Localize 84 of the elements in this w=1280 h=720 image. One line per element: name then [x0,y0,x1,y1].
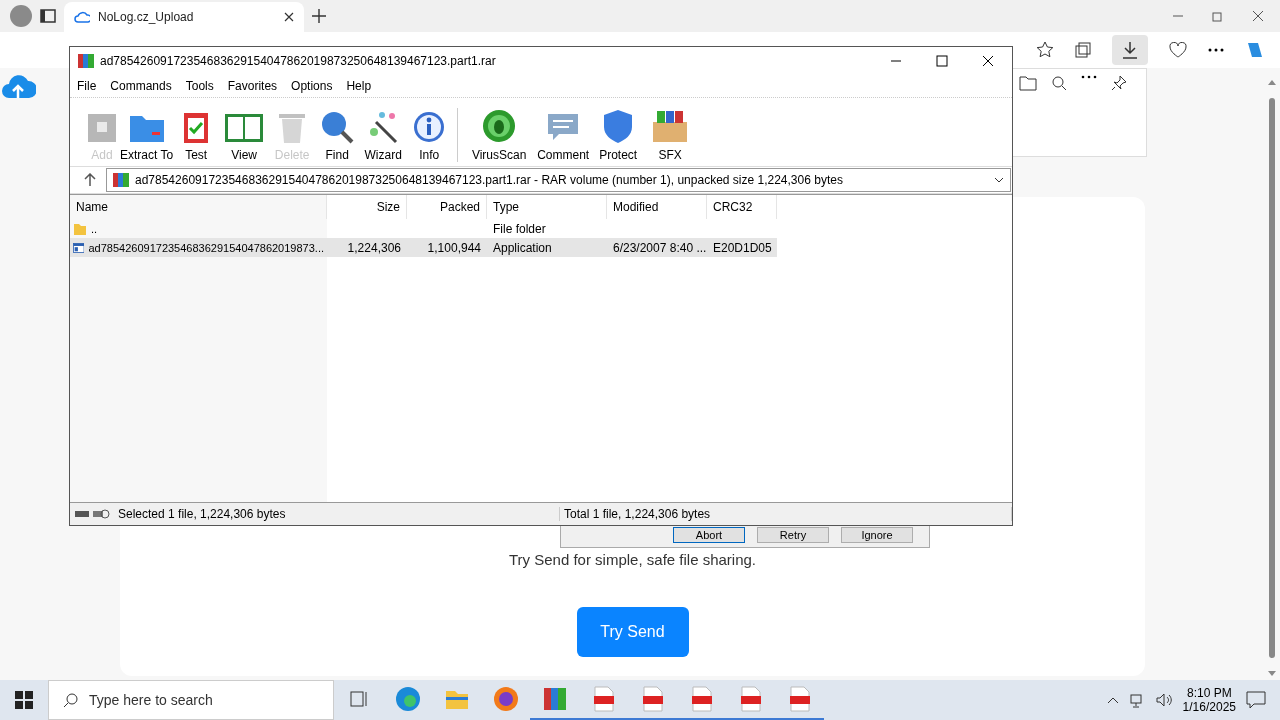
dialog-button[interactable]: Ignore [841,527,913,543]
dialog-button[interactable]: Retry [757,527,829,543]
more-icon [1081,75,1097,79]
application-icon [73,241,85,254]
document-icon [641,686,664,712]
plus-icon [312,9,326,23]
toolbar-button[interactable]: Info [407,110,452,162]
profile-avatar[interactable] [10,5,32,27]
table-cell: E20D1D05 [707,238,777,257]
tagline: Try Send for simple, safe file sharing. [508,551,756,568]
document-icon [690,686,713,712]
network-icon [1128,692,1145,708]
menu-item[interactable]: File [77,79,97,93]
folder-icon [1019,75,1037,91]
clock[interactable]: 8:10 PM 1/16/2025 [1182,686,1236,714]
drive-icon [74,509,110,519]
arrow-up-icon [84,173,96,187]
taskbar-search-field[interactable]: Type here to search [48,680,334,720]
toolbar-button[interactable]: Comment [534,110,593,162]
more-icon [1208,48,1224,52]
table-cell[interactable]: ad78542609172354683629154047862019873... [70,238,327,257]
table-cell: 6/23/2007 8:40 ... [607,238,707,257]
notification-icon [1246,691,1266,709]
chevron-down-icon [994,177,1004,183]
table-cell-text: File folder [492,220,547,238]
browser-tab[interactable]: NoLog.cz_Upload [64,2,304,32]
magnifier-icon [319,110,356,144]
info-icon [412,110,447,144]
search-icon [1051,75,1067,91]
toolbar-button[interactable]: Protect [592,108,645,162]
table-cell: 1,224,306 [327,238,407,257]
cloud-upload-icon [74,10,90,24]
folder-icon [444,688,469,710]
status-text: Total 1 file, 1,224,306 bytes [564,507,711,521]
toolbar-button[interactable]: SFX [644,108,697,162]
speaker-icon [1154,692,1173,708]
downloads-button[interactable] [1112,35,1148,65]
column-header[interactable]: Size [327,195,407,219]
column-header[interactable]: CRC32 [707,195,777,219]
column-header[interactable]: Packed [407,195,487,219]
menu-item[interactable]: Favorites [227,79,278,93]
close-icon [1252,10,1264,22]
dialog-button[interactable]: Abort [673,527,745,543]
toolbar-button[interactable]: Wizard [359,110,408,162]
globe-icon [492,686,519,712]
close-icon [284,12,294,22]
column-header[interactable]: Type [487,195,607,219]
document-icon [788,686,811,712]
scrollbar[interactable] [1267,78,1277,678]
browser-icon [394,686,421,712]
column-header[interactable]: Modified [607,195,707,219]
toolbar-button[interactable]: VirusScan [464,108,535,162]
window-title: ad78542609172354683629154047862019873250648139467123.part1.rar [100,54,497,68]
document-icon [739,686,762,712]
tabs-icon [40,8,56,24]
bug-icon [481,108,518,144]
folder-icon [73,221,87,236]
close-icon [982,55,994,67]
menu-item[interactable]: Help [346,79,372,93]
collections-icon [1074,41,1092,59]
menu-item[interactable]: Commands [110,79,172,93]
document-icon [592,686,615,712]
table-cell[interactable]: .. [70,219,327,238]
pin-icon [1111,75,1127,91]
toolbar-button[interactable]: Extract To [120,110,174,162]
chevron-up-icon [1106,696,1119,704]
menu-item[interactable]: Tools [185,79,214,93]
menu-item[interactable]: Options [291,79,333,93]
toolbar-button[interactable]: Test [173,110,220,162]
column-header[interactable]: Name [70,195,327,219]
toolbar-button[interactable]: Find [315,110,360,162]
search-icon [63,692,79,708]
path-field[interactable]: ad78542609172354683629154047862019873250648139467123.part1.rar - RAR volume (number 1), unpacked size 1,224,306 bytes [106,168,1011,192]
windows-logo [15,691,33,709]
toolbar-button[interactable]: View [219,110,270,162]
table-cell: 1,100,944 [407,238,487,257]
task-view-icon [349,691,368,707]
download-icon [1122,41,1138,59]
status-text: Selected 1 file, 1,224,306 bytes [118,507,286,521]
try-send-button[interactable]: Try Send [576,607,689,657]
table-cell: Application [487,238,607,257]
restore-icon [1212,10,1224,22]
star-icon [1036,41,1054,59]
maximize-icon [936,55,948,67]
